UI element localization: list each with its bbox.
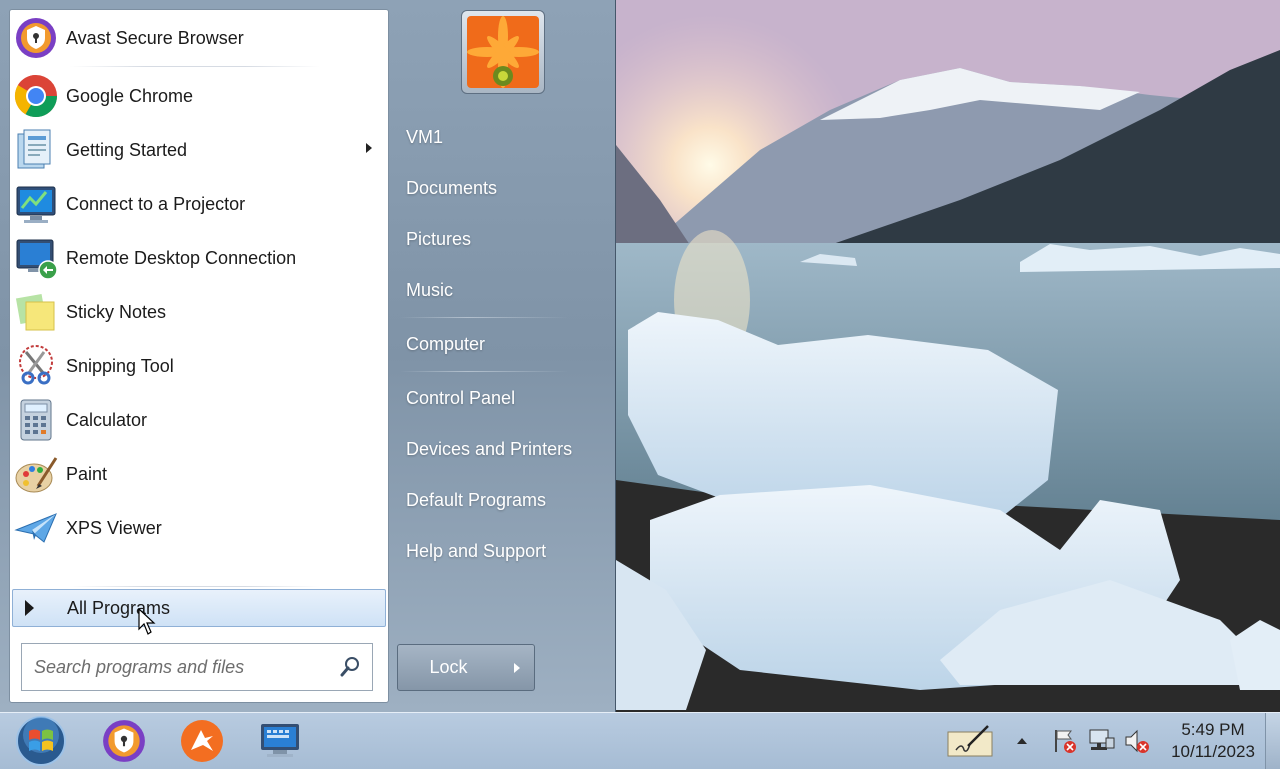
program-label: Google Chrome: [66, 85, 194, 106]
program-remote-desktop-connection[interactable]: Remote Desktop Connection: [12, 232, 386, 284]
taskbar-remote-desktop[interactable]: [256, 717, 304, 765]
right-item-pictures[interactable]: Pictures: [406, 229, 471, 250]
program-paint[interactable]: Paint: [12, 448, 386, 500]
show-desktop-button[interactable]: [1265, 713, 1280, 769]
right-item-help-and-support[interactable]: Help and Support: [406, 541, 546, 562]
mouse-cursor-icon: [138, 607, 160, 641]
taskbar-avast-antivirus[interactable]: [178, 717, 226, 765]
avast-antivirus-icon: [181, 720, 223, 762]
calculator-icon: [12, 396, 60, 444]
clock-date: 10/11/2023: [1171, 742, 1255, 761]
paint-icon: [12, 450, 60, 498]
program-label: Remote Desktop Connection: [66, 247, 297, 268]
chevron-up-icon: [1017, 738, 1027, 744]
lock-button[interactable]: Lock: [397, 644, 500, 691]
action-center-flag-icon: [1055, 730, 1076, 753]
triangle-right-icon: [25, 600, 34, 616]
pen-input-icon: [947, 725, 993, 757]
avast-secure-browser-icon: [12, 14, 60, 62]
program-avast-secure-browser[interactable]: Avast Secure Browser: [12, 12, 386, 64]
flower-avatar-icon: [467, 16, 539, 88]
tray-pen-input[interactable]: [946, 717, 994, 765]
program-sticky-notes[interactable]: Sticky Notes: [12, 286, 386, 338]
avast-secure-browser-icon: [103, 720, 145, 762]
program-label: Connect to a Projector: [66, 193, 246, 214]
getting-started-icon: [12, 126, 60, 174]
volume-muted-icon: [1125, 729, 1149, 753]
power-options-arrow-button[interactable]: [499, 644, 535, 691]
taskbar-avast-secure-browser[interactable]: [100, 717, 148, 765]
divider: [70, 66, 320, 67]
search-input[interactable]: [32, 655, 336, 679]
start-button[interactable]: [14, 714, 68, 768]
user-picture[interactable]: [461, 10, 545, 94]
right-item-documents[interactable]: Documents: [406, 178, 497, 199]
submenu-arrow-icon[interactable]: [366, 143, 372, 153]
program-label: XPS Viewer: [66, 517, 162, 538]
tray-network[interactable]: [1086, 717, 1116, 765]
tray-volume[interactable]: [1122, 717, 1152, 765]
programs-pane: Avast Secure Browser Google Chrome Getti…: [9, 9, 389, 703]
program-connect-to-a-projector[interactable]: Connect to a Projector: [12, 178, 386, 230]
right-item-control-panel[interactable]: Control Panel: [406, 388, 515, 409]
program-calculator[interactable]: Calculator: [12, 394, 386, 446]
snipping-tool-icon: [12, 342, 60, 390]
program-label: Avast Secure Browser: [66, 27, 244, 48]
system-clock[interactable]: 5:49 PM 10/11/2023: [1160, 719, 1266, 763]
remote-desktop-icon: [12, 234, 60, 282]
remote-desktop-icon: [261, 724, 299, 757]
xps-viewer-icon: [12, 504, 60, 552]
right-item-default-programs[interactable]: Default Programs: [406, 490, 546, 511]
sticky-notes-icon: [12, 288, 60, 336]
windows-orb-icon: [16, 716, 66, 766]
right-item-computer[interactable]: Computer: [406, 334, 485, 355]
taskbar: 5:49 PM 10/11/2023: [0, 712, 1280, 769]
right-item-devices-and-printers[interactable]: Devices and Printers: [406, 439, 572, 460]
right-item-music[interactable]: Music: [406, 280, 453, 301]
right-item-vm1[interactable]: VM1: [406, 127, 443, 148]
program-getting-started[interactable]: Getting Started: [12, 124, 386, 176]
program-label: Snipping Tool: [66, 355, 174, 376]
network-icon: [1089, 729, 1115, 750]
chrome-icon: [12, 72, 60, 120]
all-programs-button[interactable]: All Programs: [12, 589, 386, 627]
search-icon[interactable]: [336, 652, 366, 682]
program-label: Getting Started: [66, 139, 188, 160]
divider: [400, 317, 568, 318]
tray-action-center[interactable]: [1050, 717, 1080, 765]
program-snipping-tool[interactable]: Snipping Tool: [12, 340, 386, 392]
projector-icon: [12, 180, 60, 228]
divider: [400, 371, 568, 372]
search-programs-box[interactable]: [21, 643, 373, 691]
show-hidden-icons-arrow[interactable]: [1010, 717, 1034, 765]
program-xps-viewer[interactable]: XPS Viewer: [12, 502, 386, 554]
clock-time: 5:49 PM: [1181, 720, 1245, 739]
chevron-right-icon: [513, 662, 520, 673]
start-menu: Avast Secure Browser Google Chrome Getti…: [0, 0, 616, 712]
program-label: Paint: [66, 463, 108, 484]
program-label: Calculator: [66, 409, 148, 430]
program-google-chrome[interactable]: Google Chrome: [12, 70, 386, 122]
divider: [70, 586, 320, 587]
program-label: Sticky Notes: [66, 301, 167, 322]
